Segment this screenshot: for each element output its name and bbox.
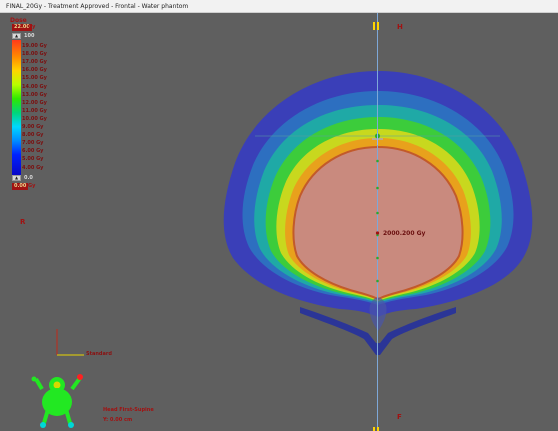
- window-title-bar: FINAL_20Gy - Treatment Approved - Fronta…: [0, 0, 558, 13]
- body-orientation-icon[interactable]: [31, 374, 84, 428]
- patient-position-label: Head First-Supine: [103, 407, 154, 413]
- legend-tick: 16.00 Gy: [22, 67, 47, 74]
- legend-tick: 18.00 Gy: [22, 51, 47, 58]
- legend-tick: 5.00 Gy: [22, 156, 44, 163]
- legend-tick: 6.00 Gy: [22, 148, 44, 155]
- scale-label: Standard: [86, 351, 112, 357]
- scale-indicator: [56, 329, 84, 356]
- legend-tick: 12.00 Gy: [22, 99, 47, 106]
- orientation-right-label: R: [20, 218, 26, 226]
- orientation-feet-label: F: [397, 413, 402, 421]
- legend-tick: 9.00 Gy: [22, 124, 44, 130]
- legend-tick: 17.00 Gy: [22, 59, 47, 66]
- top-orientation-marker: [373, 15, 381, 30]
- legend-max-unit: Gy: [28, 24, 36, 30]
- legend-tick: 8.00 Gy: [22, 132, 44, 139]
- legend-tick: 15.00 Gy: [22, 75, 47, 82]
- frontal-viewport[interactable]: Dose 22.00 Gy ▲ 100 19.00 Gy 18.00 Gy 17.0…: [0, 13, 558, 431]
- orientation-head-label: H: [397, 23, 403, 31]
- legend-title: Dose: [10, 17, 27, 24]
- dose-point-marker[interactable]: [375, 231, 380, 235]
- legend-tick: 14.00 Gy: [22, 83, 47, 90]
- bottom-orientation-marker: [373, 420, 381, 431]
- legend-tick: 11.00 Gy: [22, 107, 47, 114]
- legend-min-unit: Gy: [28, 183, 36, 189]
- legend-bottom-label: 0.0: [24, 175, 33, 181]
- window-title: FINAL_20Gy - Treatment Approved - Fronta…: [6, 3, 189, 10]
- legend-tick: 19.00 Gy: [22, 43, 47, 49]
- dose-color-scale: [12, 40, 21, 180]
- legend-bottom-toggle[interactable]: ▲: [12, 175, 21, 181]
- legend-min-value[interactable]: 0.00: [12, 183, 29, 190]
- viewer-window: FINAL_20Gy - Treatment Approved - Fronta…: [0, 0, 558, 431]
- legend-tick: 7.00 Gy: [22, 140, 44, 147]
- legend-top-label: 100: [24, 33, 35, 39]
- legend-tick: 4.00 Gy: [22, 164, 44, 171]
- dose-distribution-canvas[interactable]: [0, 13, 558, 431]
- slice-position-label: Y: 0.00 cm: [103, 417, 133, 423]
- dose-point-readout: 2000.200 Gy: [383, 230, 426, 237]
- legend-tick: 13.00 Gy: [22, 91, 47, 98]
- legend-top-toggle[interactable]: ▲: [12, 33, 21, 39]
- legend-tick: 10.00 Gy: [22, 115, 47, 122]
